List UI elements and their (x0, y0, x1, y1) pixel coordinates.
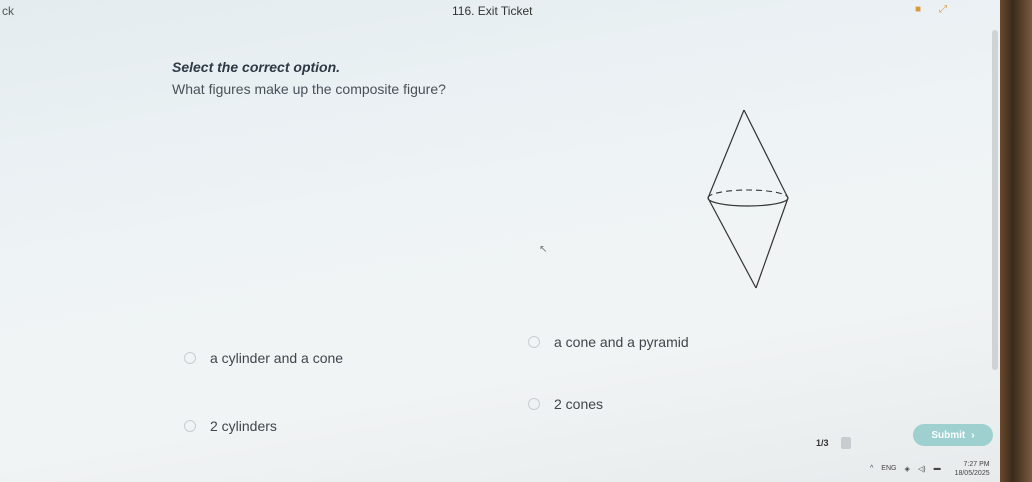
wifi-icon[interactable]: ◈ (904, 465, 909, 473)
option-label: 2 cones (554, 396, 604, 412)
radio-button[interactable] (184, 420, 196, 432)
clock-date: 18/05/2025 (954, 469, 990, 477)
pencil-icon[interactable]: ⤢ (939, 4, 947, 15)
battery-icon[interactable]: ▬ (934, 465, 941, 472)
page-indicator: 1/3 (816, 437, 851, 449)
flag-icon[interactable] (840, 437, 851, 449)
option-2-cones[interactable]: 2 cones (528, 396, 603, 412)
clock[interactable]: 7:27 PM 18/05/2025 (955, 460, 990, 478)
screen: ck 116. Exit Ticket ■ ⤢ Select the corre… (0, 0, 1000, 482)
mouse-cursor-icon: ↖ (539, 244, 548, 255)
radio-button[interactable] (184, 352, 196, 364)
scrollbar[interactable] (992, 30, 998, 370)
composite-figure-image (707, 109, 789, 289)
page-title: 116. Exit Ticket (452, 4, 533, 18)
chevron-right-icon: › (971, 429, 975, 441)
back-link[interactable]: ck (2, 4, 14, 18)
radio-button[interactable] (528, 398, 540, 410)
submit-button[interactable]: Submit › (913, 424, 993, 446)
radio-button[interactable] (528, 336, 540, 348)
option-cone-and-pyramid[interactable]: a cone and a pyramid (528, 334, 689, 350)
page-indicator-text: 1/3 (816, 438, 829, 448)
option-cylinder-and-cone[interactable]: a cylinder and a cone (184, 350, 343, 366)
option-2-cylinders[interactable]: 2 cylinders (184, 418, 277, 434)
question-instruction: Select the correct option. (172, 59, 341, 75)
chevron-up-icon[interactable]: ^ (870, 465, 873, 472)
language-indicator[interactable]: ENG (881, 465, 896, 472)
option-label: 2 cylinders (210, 418, 277, 434)
volume-icon[interactable]: ◁) (918, 465, 926, 473)
option-label: a cone and a pyramid (554, 334, 689, 350)
bookmark-icon[interactable]: ■ (915, 4, 921, 15)
monitor-bezel (1000, 0, 1032, 482)
clock-time: 7:27 PM (963, 460, 990, 468)
submit-label: Submit (931, 429, 966, 441)
option-label: a cylinder and a cone (210, 350, 344, 366)
system-taskbar: ^ ENG ◈ ◁) ▬ 7:27 PM 18/05/2025 (870, 455, 1000, 482)
top-icons: ■ ⤢ (915, 4, 947, 15)
question-prompt: What figures make up the composite figur… (172, 81, 446, 97)
